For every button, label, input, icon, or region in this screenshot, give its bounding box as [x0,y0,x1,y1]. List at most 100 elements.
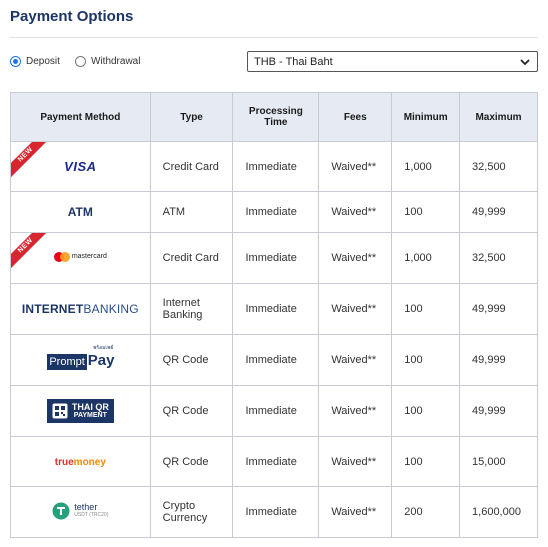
tether-coin-icon [52,502,70,519]
mastercard-circles-icon [53,251,70,262]
truemoney-logo: truemoney [55,457,106,468]
fees-cell: Waived** [318,436,393,487]
atm-logo: ATM [67,205,93,219]
promptpay-logo: พร้อมเพย์ Prompt Pay [47,345,115,370]
truemoney-logo-b: money [73,456,106,468]
table-row: tether USDT (TRC20) Crypto Currency Imme… [10,486,538,538]
processing-cell: Immediate [232,191,320,233]
processing-cell: Immediate [232,232,320,284]
type-cell: ATM [149,191,234,233]
table-row: THAI QR PAYMENT QR Code Immediate Waived… [10,385,538,437]
method-cell-thai-qr: THAI QR PAYMENT [10,385,151,437]
thai-qr-text-b: PAYMENT [73,411,107,419]
table-row: NEW mastercard Credit Card Immediate Wai… [10,232,538,284]
fees-cell: Waived** [318,334,393,386]
header-type: Type [149,92,234,142]
processing-cell: Immediate [232,385,320,437]
header-minimum: Minimum [391,92,461,142]
tether-name: tether [74,501,98,512]
type-cell: QR Code [149,334,234,386]
thai-qr-logo: THAI QR PAYMENT [46,399,114,423]
promptpay-thai-text: พร้อมเพย์ [93,344,114,351]
fees-cell: Waived** [318,385,393,437]
promptpay-prompt: Prompt [47,353,87,370]
method-cell-truemoney: truemoney [10,436,151,487]
fees-cell: Waived** [318,283,393,335]
type-cell: Crypto Currency [149,486,234,538]
processing-cell: Immediate [232,334,320,386]
processing-cell: Immediate [232,141,320,192]
type-cell: Credit Card [149,232,234,284]
mastercard-logo: mastercard [53,251,107,262]
minimum-cell: 200 [391,486,461,538]
fees-cell: Waived** [318,232,393,284]
method-cell-tether: tether USDT (TRC20) [10,486,151,538]
truemoney-logo-a: true [54,456,74,468]
controls-bar: Deposit Withdrawal THB - Thai Baht [10,51,538,73]
table-header-row: Payment Method Type Processing Time Fees… [10,92,538,142]
withdrawal-label: Withdrawal [91,56,141,67]
header-fees: Fees [318,92,393,142]
minimum-cell: 100 [391,385,461,437]
new-badge: NEW [11,233,51,273]
table-row: INTERNETBANKING Internet Banking Immedia… [10,283,538,335]
deposit-label: Deposit [26,56,60,67]
minimum-cell: 1,000 [391,232,461,284]
deposit-radio[interactable]: Deposit [10,56,60,67]
visa-logo: VISA [64,159,97,174]
internet-banking-logo: INTERNETBANKING [22,302,139,316]
page-title: Payment Options [10,8,134,25]
minimum-cell: 100 [391,436,461,487]
fees-cell: Waived** [318,141,393,192]
mastercard-wordmark: mastercard [71,253,107,260]
tether-usdt-label: USDT (TRC20) [74,511,109,518]
method-cell-mastercard: NEW mastercard [10,232,151,284]
fees-cell: Waived** [318,486,393,538]
tether-text: tether USDT (TRC20) [74,501,109,519]
new-badge: NEW [11,142,51,182]
processing-cell: Immediate [232,436,320,487]
payment-table: Payment Method Type Processing Time Fees… [10,92,538,538]
promptpay-box: Prompt Pay [47,351,115,370]
withdrawal-radio[interactable]: Withdrawal [75,56,140,67]
type-cell: Credit Card [149,141,234,192]
minimum-cell: 100 [391,283,461,335]
thai-qr-text: THAI QR PAYMENT [71,401,109,420]
currency-select[interactable]: THB - Thai Baht [247,51,538,72]
currency-select-value: THB - Thai Baht [254,55,333,68]
maximum-cell: 49,999 [459,283,538,335]
method-cell-visa: NEW VISA [10,141,151,192]
minimum-cell: 100 [391,334,461,386]
table-row: ATM ATM Immediate Waived** 100 49,999 [10,191,538,233]
table-row: NEW VISA Credit Card Immediate Waived** … [10,141,538,192]
type-cell: QR Code [149,436,234,487]
header-processing-time: Processing Time [232,92,320,142]
withdrawal-radio-dot[interactable] [75,56,86,67]
maximum-cell: 49,999 [459,385,538,437]
method-cell-internet-banking: INTERNETBANKING [10,283,151,335]
internet-banking-logo-a: INTERNET [21,302,84,316]
method-cell-atm: ATM [10,191,151,233]
maximum-cell: 49,999 [459,191,538,233]
maximum-cell: 15,000 [459,436,538,487]
maximum-cell: 49,999 [459,334,538,386]
type-cell: Internet Banking [149,283,234,335]
processing-cell: Immediate [232,283,320,335]
tether-logo: tether USDT (TRC20) [52,502,108,520]
promptpay-pay: Pay [87,351,115,369]
header-payment-method: Payment Method [10,92,151,142]
fees-cell: Waived** [318,191,393,233]
maximum-cell: 1,600,000 [459,486,538,538]
maximum-cell: 32,500 [459,232,538,284]
internet-banking-logo-b: BANKING [83,302,139,316]
processing-cell: Immediate [232,486,320,538]
chevron-down-icon [520,58,530,65]
deposit-radio-dot[interactable] [10,56,21,67]
qr-icon [52,403,68,419]
header-maximum: Maximum [459,92,538,142]
thai-qr-text-a: THAI QR [71,401,109,412]
table-row: truemoney QR Code Immediate Waived** 100… [10,436,538,487]
type-cell: QR Code [149,385,234,437]
minimum-cell: 100 [391,191,461,233]
method-cell-promptpay: พร้อมเพย์ Prompt Pay [10,334,151,386]
